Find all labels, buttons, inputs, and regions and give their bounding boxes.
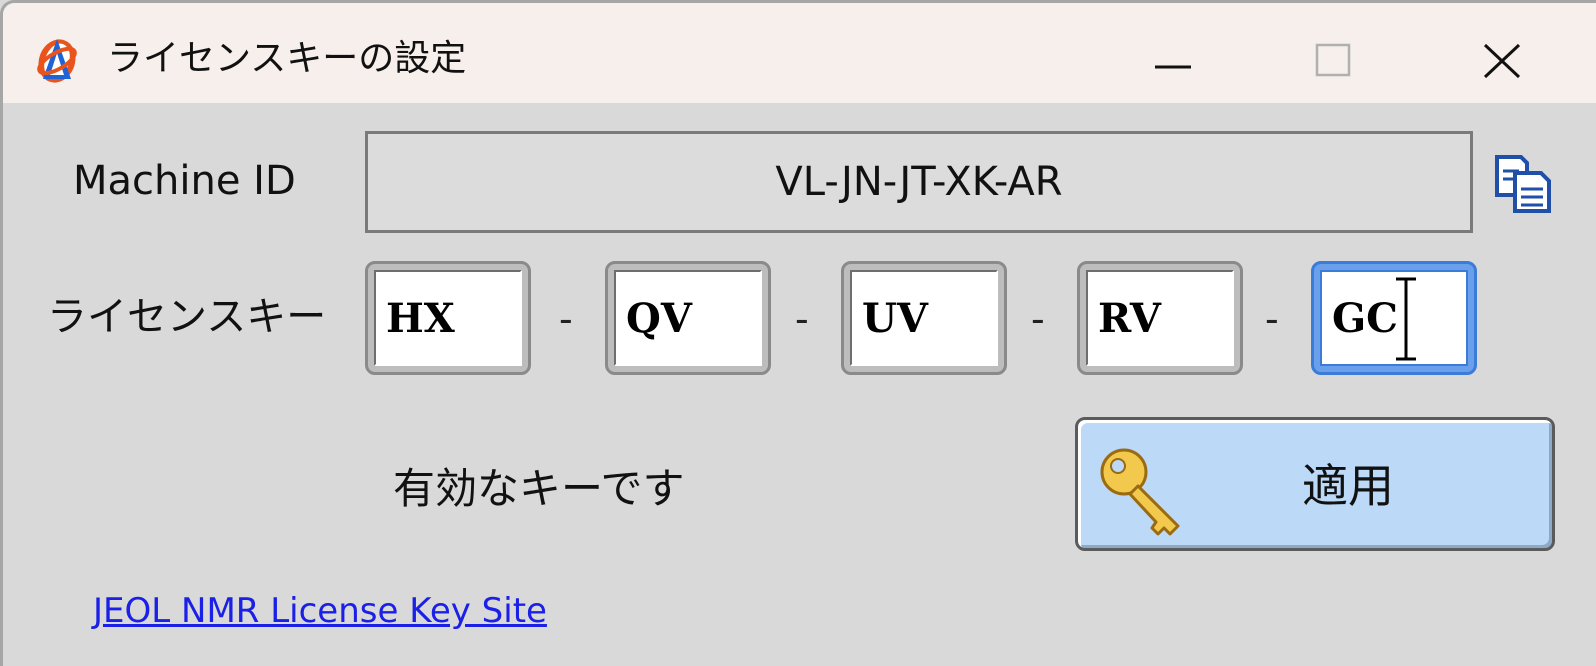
license-key-segment-2[interactable]: [605, 261, 771, 375]
license-key-site-link[interactable]: JEOL NMR License Key Site: [93, 591, 547, 631]
machine-id-field[interactable]: VL-JN-JT-XK-AR: [365, 131, 1473, 233]
validation-status: 有効なキーです: [393, 464, 685, 513]
license-key-input-4[interactable]: [1086, 270, 1234, 366]
key-separator: -: [1031, 297, 1045, 341]
license-key-segment-1[interactable]: [365, 261, 531, 375]
apply-button[interactable]: 適用: [1075, 417, 1555, 551]
machine-id-label: Machine ID: [73, 158, 296, 204]
window-title: ライセンスキーの設定: [107, 38, 467, 79]
license-key-label: ライセンスキー: [47, 294, 327, 340]
text-cursor-icon: [1391, 273, 1421, 365]
title-bar[interactable]: ライセンスキーの設定: [3, 3, 1596, 103]
maximize-button[interactable]: [1287, 19, 1383, 99]
close-icon: [1483, 43, 1521, 79]
machine-id-value: VL-JN-JT-XK-AR: [775, 159, 1063, 205]
apply-button-label: 適用: [1302, 459, 1394, 513]
license-key-input-3[interactable]: [850, 270, 998, 366]
minimize-button[interactable]: [1127, 19, 1223, 99]
key-icon: [1094, 442, 1190, 538]
app-logo-icon: [31, 31, 83, 87]
license-key-segment-4[interactable]: [1077, 261, 1243, 375]
license-key-input-2[interactable]: [614, 270, 762, 366]
license-key-input-1[interactable]: [374, 270, 522, 366]
maximize-icon: [1315, 43, 1351, 77]
close-button[interactable]: [1455, 19, 1551, 99]
key-separator: -: [559, 297, 573, 341]
key-separator: -: [1265, 297, 1279, 341]
license-key-segment-3[interactable]: [841, 261, 1007, 375]
copy-icon[interactable]: [1491, 151, 1555, 215]
license-key-dialog: ライセンスキーの設定 Machine ID VL-JN-JT-XK-AR ライセ…: [0, 0, 1596, 666]
key-separator: -: [795, 297, 809, 341]
minimize-icon: [1155, 65, 1191, 69]
